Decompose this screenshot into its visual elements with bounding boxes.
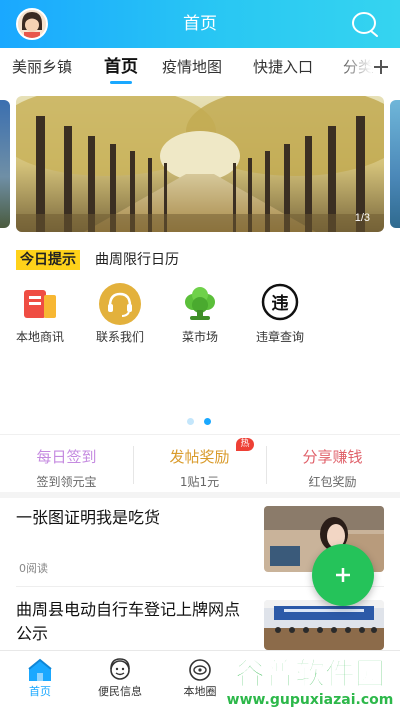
svg-text:违: 违 (272, 293, 289, 314)
quick-link-local-news[interactable]: 本地商讯 (0, 282, 80, 352)
svg-text:谷普软件园: 谷普软件园 (235, 657, 385, 692)
tab-fade (336, 48, 372, 86)
service-icon (106, 657, 134, 683)
home-icon (26, 657, 54, 683)
quick-link-market[interactable]: 菜市场 (160, 282, 240, 352)
promo-title: 每日签到 (36, 448, 97, 466)
quick-link-label: 菜市场 (181, 330, 218, 344)
page-title: 首页 (183, 14, 217, 34)
plus-icon (336, 568, 350, 582)
promo-subtitle: 签到领元宝 (36, 475, 97, 489)
app-header: 首页 (0, 0, 400, 48)
quick-link-contact-us[interactable]: 联系我们 (80, 282, 160, 352)
bookmark-icon (16, 282, 64, 326)
carousel-dot (187, 418, 194, 425)
banner-prev-slide (0, 100, 10, 228)
add-tab-icon[interactable] (370, 53, 392, 81)
quick-link-traffic-violation[interactable]: 违 违章查询 (240, 282, 320, 352)
search-icon[interactable] (350, 10, 380, 38)
news-title[interactable]: 一张图证明我是吃货 (16, 506, 256, 530)
divider (0, 434, 400, 435)
svg-text:www.gupuxiazai.com: www.gupuxiazai.com (227, 692, 394, 708)
tab-shortcuts[interactable]: 快捷入口 (253, 48, 313, 90)
promo-subtitle: 1贴1元 (179, 475, 220, 489)
banner-image[interactable]: 1/3 (16, 96, 384, 232)
nav-services[interactable]: 便民信息 (80, 651, 160, 711)
promo-subtitle: 红包奖励 (308, 475, 357, 489)
traffic-violation-icon: 违 (256, 282, 304, 326)
headset-icon (96, 282, 144, 326)
create-post-button[interactable] (312, 544, 374, 606)
vegetable-icon (176, 282, 224, 326)
banner-page-counter: 1/3 (354, 212, 370, 224)
promo-title: 分享赚钱 (302, 448, 363, 466)
watermark-logo: 谷普软件园 www.gupuxiazai.com (220, 654, 400, 711)
section-gap (0, 492, 400, 498)
news-read-count: 0阅读 (19, 562, 48, 575)
banner-next-slide (390, 100, 400, 228)
active-tab-indicator (110, 81, 132, 84)
tab-beautiful-town[interactable]: 美丽乡镇 (12, 48, 72, 90)
banner-carousel[interactable]: 1/3 (0, 96, 400, 232)
nav-label: 首页 (29, 685, 51, 698)
quick-link-label: 违章查询 (255, 330, 304, 344)
circle-icon (186, 657, 214, 683)
today-tip-badge: 今日提示 (16, 250, 80, 270)
today-tip-text[interactable]: 曲周限行日历 (95, 250, 179, 270)
quick-link-label: 联系我们 (95, 330, 144, 344)
carousel-dot-active (204, 418, 211, 425)
quick-link-label: 本地商讯 (15, 330, 64, 344)
promo-share-earn[interactable]: 分享赚钱 红包奖励 (266, 440, 399, 490)
news-thumbnail[interactable] (264, 600, 384, 650)
tab-epidemic-map[interactable]: 疫情地图 (162, 48, 222, 90)
hot-badge: 热 (236, 438, 254, 451)
nav-label: 便民信息 (98, 685, 142, 698)
news-title[interactable]: 曲周县电动自行车登记上牌网点公示 (16, 598, 252, 646)
nav-home[interactable]: 首页 (0, 651, 80, 711)
promo-daily-signin[interactable]: 每日签到 签到领元宝 (0, 440, 133, 490)
